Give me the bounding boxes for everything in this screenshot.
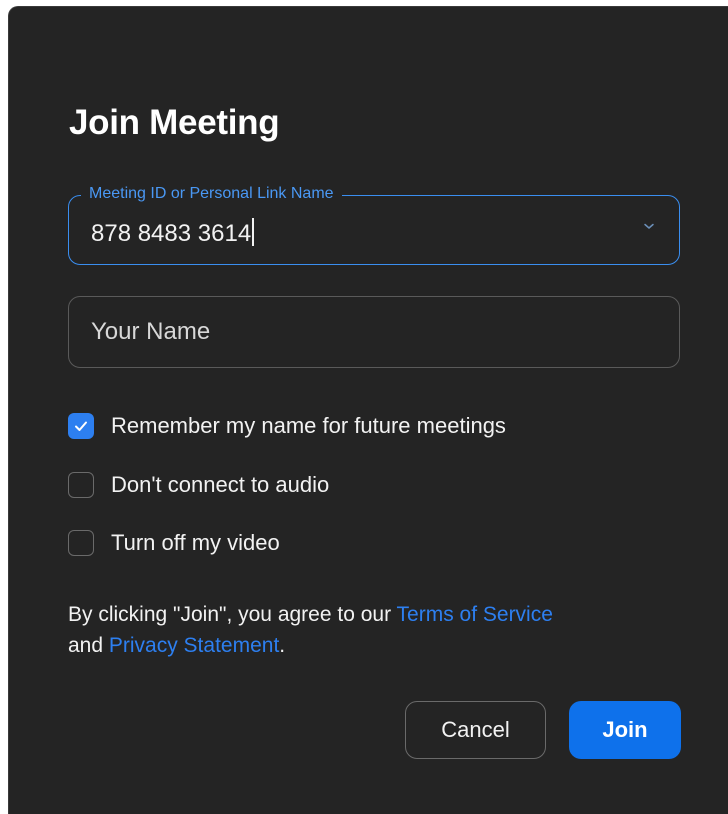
terms-prefix: By clicking "Join", you agree to our bbox=[68, 603, 397, 626]
meeting-id-input[interactable]: 878 8483 3614 bbox=[91, 218, 255, 248]
option-video-off[interactable]: Turn off my video bbox=[68, 530, 280, 556]
privacy-statement-link[interactable]: Privacy Statement bbox=[109, 634, 279, 657]
video-off-label: Turn off my video bbox=[111, 530, 280, 555]
meeting-id-label: Meeting ID or Personal Link Name bbox=[81, 184, 342, 204]
join-meeting-dialog: Join Meeting Meeting ID or Personal Link… bbox=[8, 6, 728, 814]
text-cursor bbox=[252, 218, 255, 246]
chevron-down-icon[interactable] bbox=[641, 218, 657, 234]
video-off-checkbox[interactable] bbox=[68, 530, 94, 556]
join-button[interactable]: Join bbox=[569, 701, 681, 759]
option-remember-name[interactable]: Remember my name for future meetings bbox=[68, 413, 506, 439]
terms-middle: and bbox=[68, 634, 109, 657]
your-name-field[interactable]: Your Name bbox=[68, 296, 680, 368]
no-audio-label: Don't connect to audio bbox=[111, 472, 330, 497]
meeting-id-field[interactable]: Meeting ID or Personal Link Name 878 848… bbox=[68, 184, 680, 265]
meeting-id-value: 878 8483 3614 bbox=[91, 220, 252, 247]
your-name-input[interactable]: Your Name bbox=[91, 318, 210, 346]
dialog-title: Join Meeting bbox=[69, 103, 280, 142]
cancel-button[interactable]: Cancel bbox=[405, 701, 546, 759]
no-audio-checkbox[interactable] bbox=[68, 472, 94, 498]
remember-name-checkbox[interactable] bbox=[68, 413, 94, 439]
terms-notice: By clicking "Join", you agree to our Ter… bbox=[68, 599, 688, 661]
remember-name-label: Remember my name for future meetings bbox=[111, 413, 506, 438]
checkmark-icon bbox=[75, 421, 87, 431]
terms-suffix: . bbox=[279, 634, 286, 657]
option-no-audio[interactable]: Don't connect to audio bbox=[68, 472, 329, 498]
terms-of-service-link[interactable]: Terms of Service bbox=[397, 603, 553, 626]
